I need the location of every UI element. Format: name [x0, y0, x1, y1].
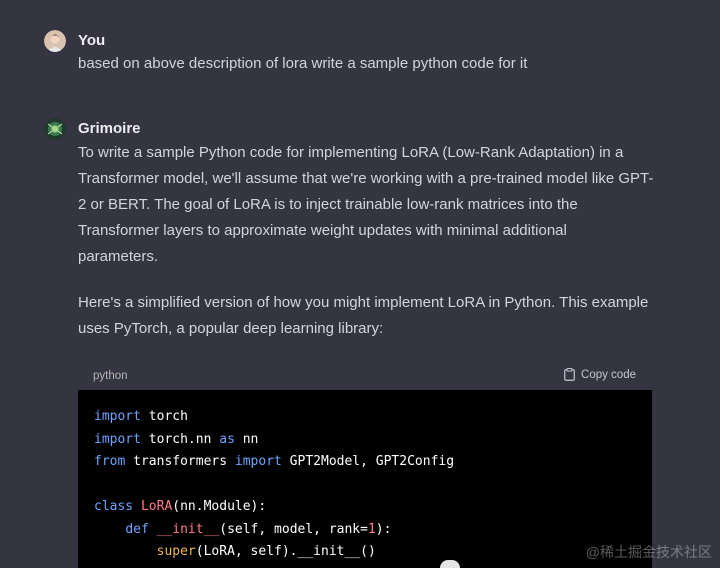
paragraph-line: uses PyTorch, a popular deep learning li…	[78, 320, 384, 337]
grimoire-avatar	[44, 118, 66, 140]
watermark: @稀土掘金技术社区	[585, 544, 712, 560]
code-token: (self, model, rank=	[219, 521, 368, 537]
code-language-label: python	[93, 370, 128, 382]
builtin: super	[156, 544, 196, 559]
code-token: nn	[234, 431, 259, 447]
copy-code-button[interactable]: Copy code	[564, 368, 636, 381]
number-literal: 1	[367, 521, 376, 537]
keyword: from	[94, 454, 126, 469]
class-name: LoRA	[140, 499, 173, 514]
paragraph-line: Here's a simplified version of how you m…	[78, 294, 649, 311]
keyword: import	[94, 431, 141, 447]
assistant-author-name: Grimoire	[78, 120, 141, 137]
clipboard-icon	[564, 368, 575, 381]
keyword: as	[219, 431, 235, 447]
function-name: __init__	[156, 521, 220, 537]
code-line: import torch	[94, 409, 188, 424]
paragraph-line: Transformer layers to approximate weight…	[78, 222, 567, 239]
code-token: (nn.Module):	[172, 499, 267, 514]
keyword: import	[234, 454, 282, 469]
user-author-name: You	[78, 32, 106, 49]
code-content: import torch import torch.nn as nn from …	[78, 390, 652, 568]
code-line: class LoRA(nn.Module):	[94, 499, 266, 514]
code-token: (LoRA, self).__init__()	[195, 544, 376, 559]
keyword: class	[94, 499, 134, 514]
assistant-paragraph-1: To write a sample Python code for implem…	[78, 140, 680, 270]
code-line: import torch.nn as nn	[94, 432, 258, 447]
code-token: ):	[375, 521, 392, 537]
keyword: import	[94, 409, 141, 424]
code-line: def __init__(self, model, rank=1):	[94, 522, 391, 537]
code-token: torch	[140, 409, 188, 424]
user-message: You based on above description of lora w…	[44, 30, 680, 80]
paragraph-line: To write a sample Python code for implem…	[78, 144, 624, 161]
code-block-header: python Copy code	[78, 364, 652, 390]
paragraph-line: parameters.	[78, 248, 159, 265]
user-message-line: based on above description of lora write…	[78, 55, 528, 72]
assistant-paragraph-2: Here's a simplified version of how you m…	[78, 290, 680, 342]
user-message-text: based on above description of lora write…	[78, 51, 680, 77]
code-token: torch.nn	[140, 431, 220, 447]
keyword: def	[125, 521, 149, 537]
copy-code-label: Copy code	[581, 368, 636, 381]
code-token: GPT2Model, GPT2Config	[281, 454, 455, 469]
code-line: from transformers import GPT2Model, GPT2…	[94, 454, 454, 469]
code-line: super(LoRA, self).__init__()	[94, 544, 376, 559]
scroll-down-indicator[interactable]	[440, 560, 460, 568]
paragraph-line: Transformer model, we'll assume that we'…	[78, 170, 654, 187]
paragraph-line: 2 or BERT. The goal of LoRA is to inject…	[78, 196, 578, 213]
user-avatar	[44, 30, 66, 52]
code-token: transformers	[125, 454, 235, 469]
assistant-message: Grimoire To write a sample Python code f…	[44, 118, 680, 348]
code-block[interactable]: import torch import torch.nn as nn from …	[78, 390, 652, 568]
